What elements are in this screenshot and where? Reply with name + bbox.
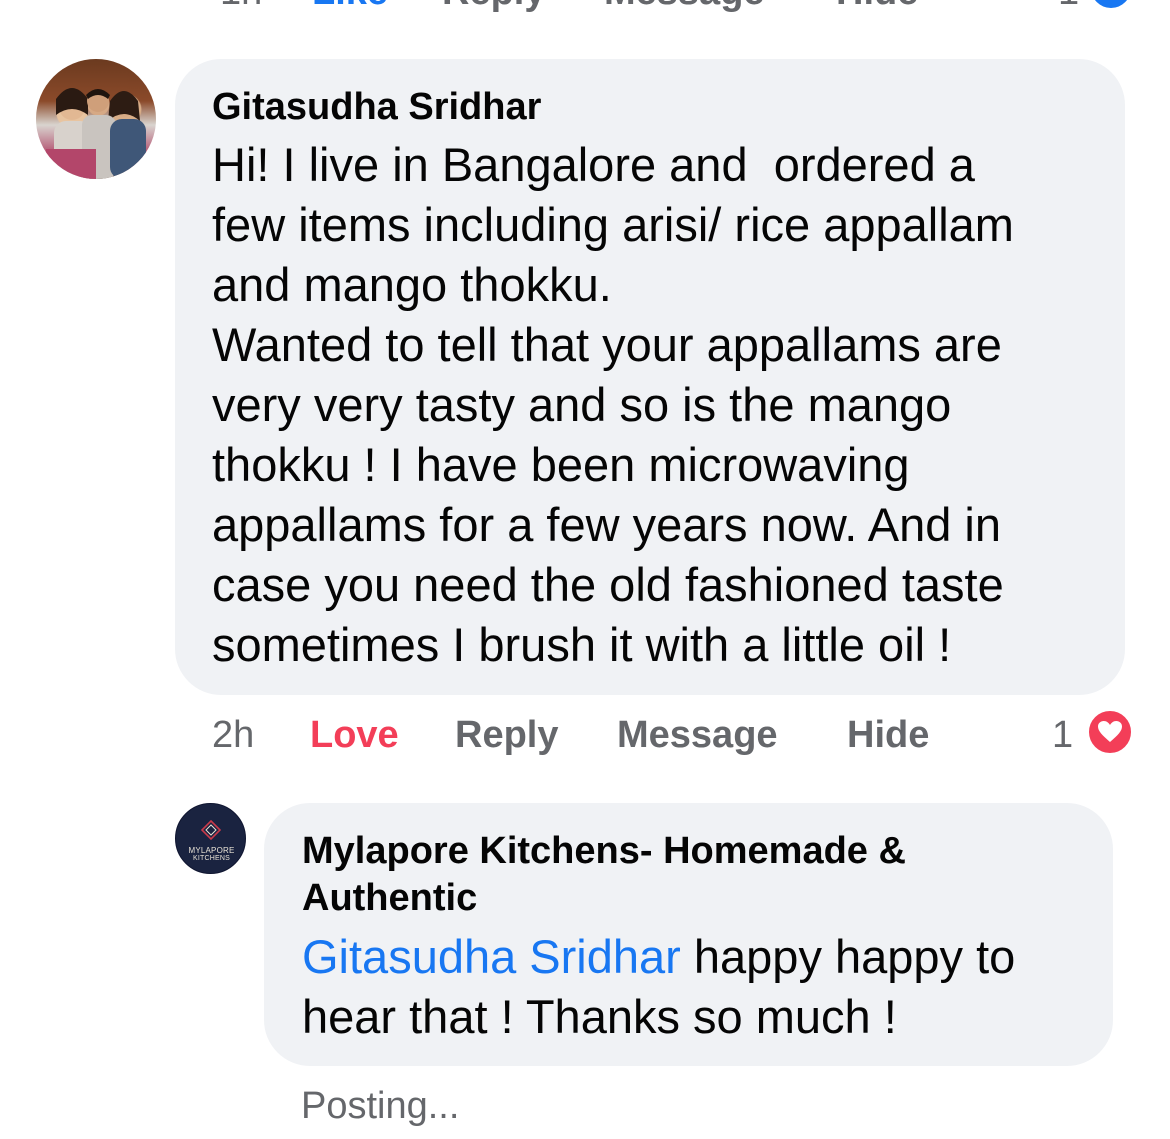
- logo-text: MYLAPORE: [188, 846, 235, 855]
- comment-line: few items including arisi/ rice appallam: [212, 198, 1014, 251]
- comment-actions: 2h Love Reply Message Hide 1: [0, 712, 1170, 758]
- commenter-avatar[interactable]: [36, 59, 156, 179]
- reply-bubble[interactable]: Mylapore Kitchens- Homemade & Authentic …: [264, 803, 1113, 1066]
- previous-comment-actions: 1h Like Reply Message Hide 1: [0, 0, 1170, 12]
- comment-author-name[interactable]: Gitasudha Sridhar: [212, 84, 541, 131]
- reply-author-name[interactable]: Mylapore Kitchens- Homemade & Authentic: [302, 828, 1082, 922]
- heart-icon[interactable]: [1085, 707, 1135, 757]
- page-logo-avatar[interactable]: MYLAPORE KITCHENS: [175, 803, 246, 874]
- heart-shape: [1098, 721, 1122, 742]
- logo-mark-icon: [201, 820, 221, 840]
- logo-text: KITCHENS: [193, 855, 230, 862]
- posting-status: Posting...: [301, 1085, 460, 1127]
- comment-line: appallams for a few years now. And in: [212, 498, 1001, 551]
- comment-line: sometimes I brush it with a little oil !: [212, 618, 952, 671]
- hide-button[interactable]: Hide: [847, 712, 929, 758]
- comment-line: Hi! I live in Bangalore and ordered a: [212, 138, 975, 191]
- love-button[interactable]: Love: [310, 712, 399, 758]
- reply-text: Gitasudha Sridhar happy happy to hear th…: [302, 927, 1102, 1047]
- comment-line: very very tasty and so is the mango: [212, 378, 952, 431]
- reaction-count[interactable]: 1: [1058, 0, 1079, 12]
- user-photo-avatar: [46, 88, 146, 179]
- reply-button[interactable]: Reply: [442, 0, 545, 12]
- like-icon[interactable]: [1087, 0, 1135, 12]
- comment-text: Hi! I live in Bangalore and ordered a fe…: [212, 135, 1117, 675]
- comment-time[interactable]: 2h: [212, 712, 254, 758]
- reaction-count[interactable]: 1: [1052, 712, 1073, 758]
- comment-line: and mango thokku.: [212, 258, 612, 311]
- comment-bubble[interactable]: Gitasudha Sridhar Hi! I live in Bangalor…: [175, 59, 1125, 695]
- previous-comment-time: 1h: [220, 0, 262, 12]
- like-button[interactable]: Like: [312, 0, 388, 12]
- message-button[interactable]: Message: [604, 0, 765, 12]
- message-button[interactable]: Message: [617, 712, 778, 758]
- mention-link[interactable]: Gitasudha Sridhar: [302, 930, 681, 983]
- comment-line: case you need the old fashioned taste: [212, 558, 1004, 611]
- comment-line: Wanted to tell that your appallams are: [212, 318, 1002, 371]
- comment-line: thokku ! I have been microwaving: [212, 438, 910, 491]
- reply-button[interactable]: Reply: [455, 712, 558, 758]
- hide-button[interactable]: Hide: [836, 0, 918, 12]
